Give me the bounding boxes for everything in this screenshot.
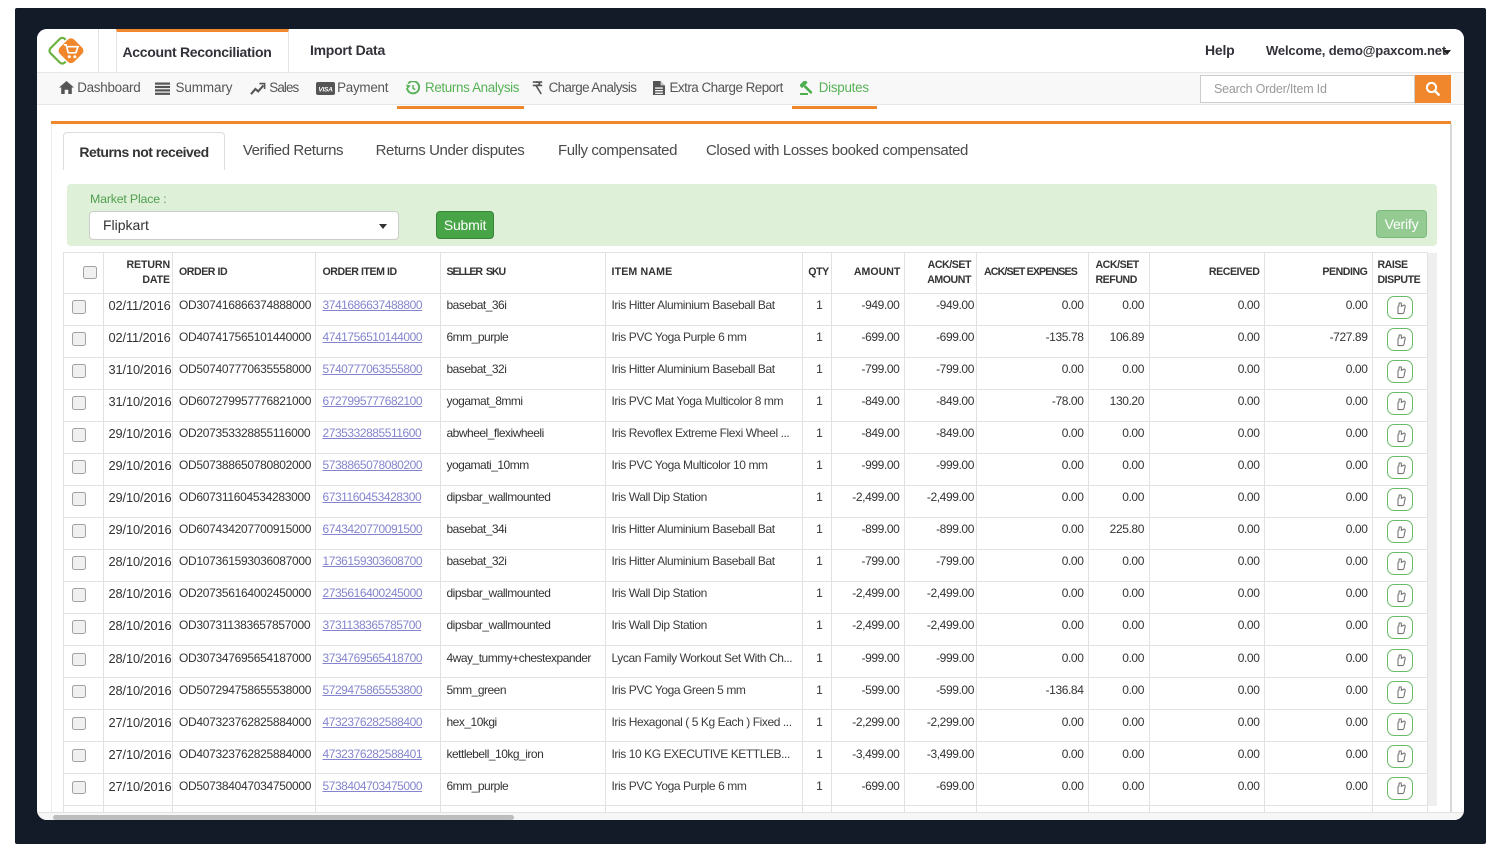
svg-text:VISA: VISA (318, 86, 333, 93)
